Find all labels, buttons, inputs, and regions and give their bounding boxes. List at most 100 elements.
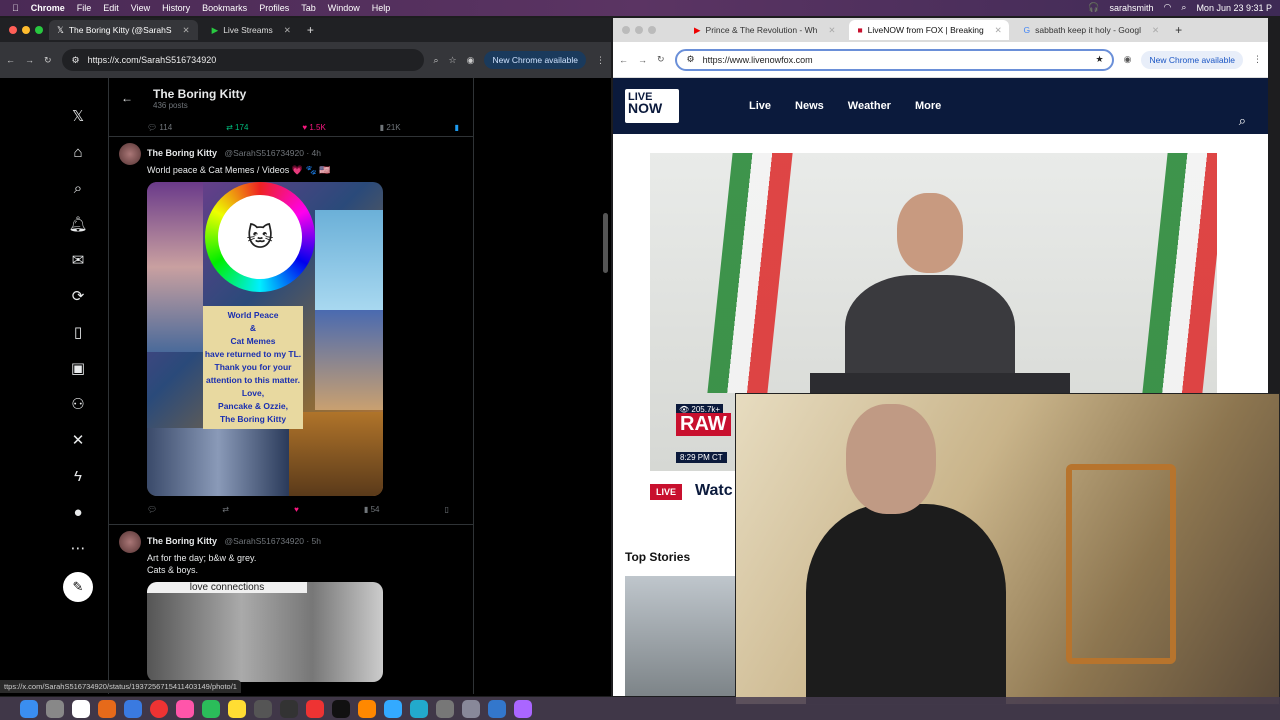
search-icon[interactable]: ⌕ (1181, 2, 1186, 13)
livenow-logo[interactable]: LIVE NOW (625, 89, 679, 123)
bookmark-star-icon[interactable]: ★ (1096, 54, 1104, 65)
menubar-user[interactable]: sarahsmith (1110, 3, 1154, 13)
home-icon[interactable]: ⌂ (60, 134, 96, 170)
left-scrollbar[interactable] (603, 213, 608, 273)
explore-search-icon[interactable]: ⌕ (60, 170, 96, 206)
apple-icon[interactable]:  (12, 3, 19, 13)
profile-icon[interactable]: ◉ (467, 55, 475, 66)
minimize-window-button[interactable] (635, 26, 643, 34)
watch-heading[interactable]: Watc (695, 482, 733, 500)
repost-button[interactable]: ⇄ 174 (226, 123, 248, 132)
tweet[interactable]: The Boring Kitty @SarahS516734920 · 4h W… (109, 136, 473, 518)
preview-icon[interactable] (462, 699, 480, 718)
menu-help[interactable]: Help (372, 3, 391, 13)
menu-window[interactable]: Window (328, 3, 360, 13)
menu-view[interactable]: View (131, 3, 150, 13)
app-store-icon[interactable] (384, 699, 402, 718)
avatar[interactable] (119, 143, 141, 165)
tweet-author-handle[interactable]: @SarahS516734920 · 5h (224, 536, 321, 546)
new-chrome-available-button[interactable]: New Chrome available (484, 51, 586, 69)
close-window-button[interactable] (9, 26, 17, 34)
drive-icon[interactable] (202, 699, 220, 718)
activity-icon[interactable] (254, 699, 272, 718)
avatar[interactable] (119, 531, 141, 553)
reload-icon[interactable]: ↻ (44, 55, 52, 66)
close-tab-icon[interactable]: ✕ (284, 25, 291, 36)
nav-news[interactable]: News (795, 100, 824, 112)
imovie-icon[interactable] (514, 699, 532, 718)
repost-button[interactable]: ⇄ (222, 505, 229, 514)
zoom-icon[interactable]: ⌕ (434, 55, 439, 66)
profile-person-icon[interactable]: ● (60, 494, 96, 530)
new-chrome-available-button[interactable]: New Chrome available (1141, 50, 1243, 69)
url-field[interactable]: ⚙ https://x.com/SarahS516734920 (61, 49, 424, 71)
menu-edit[interactable]: Edit (103, 3, 119, 13)
top-story-thumbnail[interactable] (625, 576, 735, 696)
close-tab-icon[interactable]: ✕ (995, 25, 1002, 36)
bookmarks-icon[interactable]: ▯ (60, 314, 96, 350)
tweet-image-collage[interactable]: 🐱 World Peace & Cat Memes have returned … (147, 182, 383, 496)
grok-icon[interactable]: ⟳ (60, 278, 96, 314)
tweet-author-name[interactable]: The Boring Kitty (147, 536, 217, 546)
menu-bookmarks[interactable]: Bookmarks (202, 3, 247, 13)
photos-icon[interactable] (176, 699, 194, 718)
menu-tab[interactable]: Tab (301, 3, 316, 13)
tweet-image-bw-art[interactable]: love connections (147, 582, 383, 682)
capcut-icon[interactable] (332, 699, 350, 718)
calendar-icon[interactable] (72, 699, 90, 718)
system-icon[interactable] (280, 699, 298, 718)
bookmark-icon[interactable]: ▮ (455, 123, 459, 132)
site-info-icon[interactable]: ⚙ (72, 55, 80, 66)
premium-x-icon[interactable]: ✕ (60, 422, 96, 458)
site-info-icon[interactable]: ⚙ (687, 54, 695, 65)
settings-icon[interactable] (436, 699, 454, 718)
tab-google-search[interactable]: G sabbath keep it holy - Googl ✕ (1015, 20, 1167, 40)
headphones-icon[interactable]: 🎧 (1088, 2, 1099, 13)
close-tab-icon[interactable]: ✕ (1152, 25, 1159, 36)
finder-icon[interactable] (20, 699, 38, 718)
verified-orgs-bolt-icon[interactable]: ϟ (60, 458, 96, 494)
bookmark-icon[interactable]: ▯ (445, 505, 449, 514)
tab-live-streams[interactable]: ▶ Live Streams ✕ (204, 20, 299, 40)
pencil-app-icon[interactable] (358, 699, 376, 718)
reply-button[interactable]: 💬︎ (147, 505, 157, 514)
close-window-button[interactable] (622, 26, 630, 34)
views-button[interactable]: ▮ 21K (380, 123, 401, 132)
canva-icon[interactable] (410, 699, 428, 718)
compose-post-button[interactable]: ✎ (63, 572, 93, 602)
wifi-icon[interactable]: ◠ (1164, 2, 1172, 13)
menu-history[interactable]: History (162, 3, 190, 13)
jobs-briefcase-icon[interactable]: ▣ (60, 350, 96, 386)
back-icon[interactable]: ← (6, 55, 15, 65)
nav-live[interactable]: Live (749, 100, 771, 112)
menu-app-name[interactable]: Chrome (31, 3, 65, 13)
forward-icon[interactable]: → (638, 55, 647, 65)
notifications-bell-icon[interactable]: 🔔︎ (60, 206, 96, 242)
profile-icon[interactable]: ◉ (1124, 54, 1132, 65)
tweet-author-handle[interactable]: @SarahS516734920 · 4h (224, 148, 321, 158)
notes-icon[interactable] (228, 699, 246, 718)
tweet[interactable]: The Boring Kitty @SarahS516734920 · 5h A… (109, 524, 473, 682)
close-tab-icon[interactable]: ✕ (828, 25, 835, 36)
launchpad-icon[interactable] (46, 699, 64, 718)
back-arrow-icon[interactable]: ← (121, 91, 133, 105)
views-button[interactable]: ▮ 54 (364, 505, 380, 514)
reply-button[interactable]: 💬︎ 114 (147, 123, 172, 132)
news-icon[interactable] (306, 699, 324, 718)
safari-icon[interactable] (488, 699, 506, 718)
tab-livenow-fox[interactable]: ■ LiveNOW from FOX | Breaking ✕ (849, 20, 1010, 40)
firefox-icon[interactable] (98, 699, 116, 718)
menubar-clock[interactable]: Mon Jun 23 9:31 P (1196, 3, 1272, 13)
x-home-logo-icon[interactable]: 𝕏 (60, 98, 96, 134)
tweet-author-name[interactable]: The Boring Kitty (147, 148, 217, 158)
menu-kebab-icon[interactable]: ⋮ (596, 55, 605, 66)
mail-icon[interactable] (124, 699, 142, 718)
messages-envelope-icon[interactable]: ✉ (60, 242, 96, 278)
more-circle-icon[interactable]: ⋯ (60, 530, 96, 566)
like-button[interactable]: ♥ (294, 505, 299, 514)
url-field[interactable]: ⚙ https://www.livenowfox.com ★ (674, 48, 1114, 71)
close-tab-icon[interactable]: ✕ (183, 25, 190, 36)
livenow-search-icon[interactable]: ⌕ (1239, 113, 1246, 129)
chrome-icon[interactable] (150, 699, 168, 718)
tab-youtube-prince[interactable]: ▶ Prince & The Revolution - Wh ✕ (686, 20, 843, 40)
